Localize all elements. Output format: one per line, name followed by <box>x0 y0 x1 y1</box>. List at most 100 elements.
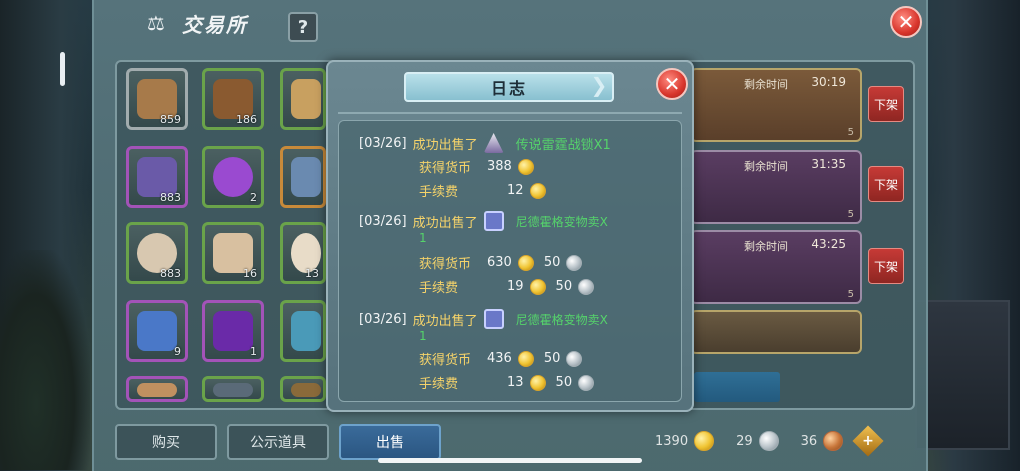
item-name-wrap: 1 <box>419 231 427 245</box>
fee-row: 手续费 19 50 <box>419 277 595 296</box>
slot-count: 16 <box>243 267 257 280</box>
earned-row: 获得货币 630 50 <box>419 253 583 272</box>
inventory-slot[interactable] <box>280 300 326 362</box>
earned-silver: 50 <box>543 351 561 366</box>
inventory-slot[interactable] <box>280 68 326 130</box>
inventory-slot[interactable]: 883 <box>126 146 188 208</box>
gear-item-icon <box>213 383 253 397</box>
earned-label: 获得货币 <box>419 257 472 272</box>
sold-label: 成功出售了 <box>412 137 478 153</box>
dialog-title: 日志 <box>490 79 527 98</box>
crystal-cluster-icon <box>291 79 321 119</box>
unlist-button[interactable]: 下架 <box>868 86 904 122</box>
home-indicator[interactable] <box>378 458 642 463</box>
fee-row: 手续费 12 <box>419 181 546 200</box>
fee-label: 手续费 <box>419 281 459 296</box>
close-button[interactable]: ✕ <box>890 6 922 38</box>
slot-count: 1 <box>250 345 257 358</box>
silver-amount: 29 <box>736 433 753 449</box>
earned-gold: 436 <box>487 351 512 366</box>
time-remaining-label: 剩余时间 <box>744 240 788 253</box>
item-name: 尼德霍格变物卖X <box>515 312 608 327</box>
earned-silver: 50 <box>543 255 561 270</box>
listing-card[interactable] <box>690 310 862 354</box>
inventory-slot[interactable] <box>202 376 264 402</box>
fee-gold: 13 <box>507 375 524 390</box>
earned-gold: 388 <box>487 159 512 174</box>
panel-header: ⚖ 交易所 <box>142 6 248 40</box>
item-name: 尼德霍格变物卖X <box>515 214 608 229</box>
listing-card[interactable]: 剩余时间 43:25 5 <box>690 230 862 304</box>
slot-count: 2 <box>250 191 257 204</box>
side-drawer-handle[interactable] <box>60 52 65 86</box>
inventory-slot[interactable]: 883 <box>126 222 188 284</box>
listing-card[interactable]: 剩余时间 31:35 5 <box>690 150 862 224</box>
plus-icon: + <box>862 433 875 449</box>
unlist-button[interactable]: 下架 <box>868 248 904 284</box>
add-currency-button[interactable]: + <box>852 425 884 457</box>
log-entry-header: [03/26] 成功出售了 尼德霍格变物卖X <box>359 211 608 231</box>
slot-count: 859 <box>160 113 181 126</box>
inventory-slot[interactable]: 2 <box>202 146 264 208</box>
book-item-icon <box>483 309 504 329</box>
inventory-slot[interactable]: 16 <box>202 222 264 284</box>
page-title: 交易所 <box>182 12 248 37</box>
slot-count: 883 <box>160 267 181 280</box>
silver-coin-icon <box>758 431 779 451</box>
silver-coin-icon <box>566 350 583 367</box>
pot-icon <box>291 383 321 397</box>
inventory-slot[interactable] <box>126 376 188 402</box>
listing-action-button[interactable] <box>694 372 780 402</box>
gold-coin-icon <box>517 254 534 271</box>
figure-item-icon <box>483 133 504 153</box>
gold-coin-icon <box>517 158 534 175</box>
silver-coin-icon <box>566 254 583 271</box>
tab-sell[interactable]: 出售 <box>339 424 441 460</box>
log-dialog: ❮ 日志 ❯ ✕ [03/26] 成功出售了 传说雷霆战锁X1 获得货币 388… <box>326 60 694 412</box>
item-name-wrap: 1 <box>419 329 427 343</box>
time-remaining: 31:35 <box>811 157 846 171</box>
magic-orb-icon <box>213 157 253 197</box>
figure-icon <box>137 383 177 397</box>
copper-coin-icon <box>823 431 844 451</box>
log-entry-header: [03/26] 成功出售了 传说雷霆战锁X1 <box>359 133 611 153</box>
fee-row: 手续费 13 50 <box>419 373 595 392</box>
inventory-slot[interactable]: 9 <box>126 300 188 362</box>
fee-silver: 50 <box>555 375 573 390</box>
copper-amount: 36 <box>800 433 818 449</box>
inventory-slot[interactable] <box>280 376 326 402</box>
log-date: [03/26] <box>359 311 407 327</box>
gold-coin-icon <box>529 374 546 391</box>
time-remaining-label: 剩余时间 <box>744 160 788 173</box>
listing-count: 5 <box>847 209 854 220</box>
earned-label: 获得货币 <box>419 353 472 368</box>
purple-gem-icon <box>213 311 253 351</box>
unlist-button[interactable]: 下架 <box>868 166 904 202</box>
tab-public-items[interactable]: 公示道具 <box>227 424 329 460</box>
help-button[interactable]: ? <box>288 12 318 42</box>
inventory-slot[interactable]: 13 <box>280 222 326 284</box>
tab-buy[interactable]: 购买 <box>115 424 217 460</box>
inventory-slot[interactable]: 1 <box>202 300 264 362</box>
blue-shard-icon <box>291 311 321 351</box>
gold-amount: 1390 <box>655 433 689 449</box>
dialog-close-button[interactable]: ✕ <box>656 68 688 100</box>
silver-coin-icon <box>578 374 595 391</box>
blue-gem-icon <box>137 311 177 351</box>
book-item-icon <box>483 211 504 231</box>
inventory-slot[interactable] <box>280 146 326 208</box>
earned-row: 获得货币 436 50 <box>419 349 583 368</box>
inventory-slot[interactable]: 186 <box>202 68 264 130</box>
gold-coin-icon <box>694 431 715 451</box>
sold-label: 成功出售了 <box>412 215 478 231</box>
listing-card[interactable]: 剩余时间 30:19 5 <box>690 68 862 142</box>
blue-item-icon <box>291 157 321 197</box>
currency-bar: 1390 29 36 + <box>655 425 884 457</box>
log-date: [03/26] <box>359 135 407 151</box>
gold-coin-icon <box>529 182 546 199</box>
log-list[interactable]: [03/26] 成功出售了 传说雷霆战锁X1 获得货币 388 手续费 12 [… <box>338 120 682 402</box>
dialog-header: 日志 <box>404 72 614 102</box>
inventory-slot[interactable]: 859 <box>126 68 188 130</box>
divider <box>338 112 682 114</box>
slot-count: 883 <box>160 191 181 204</box>
